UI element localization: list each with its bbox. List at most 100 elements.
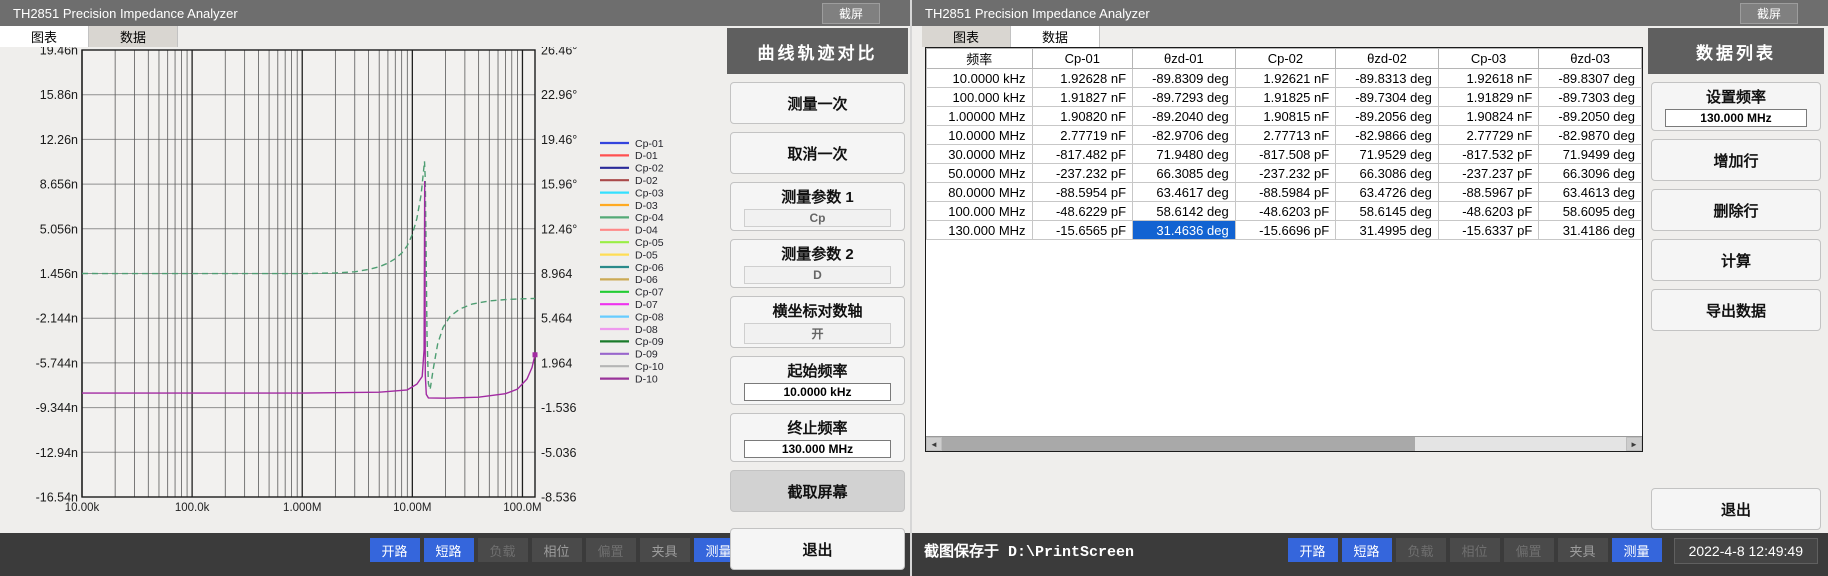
table-cell[interactable]: 31.4186 deg (1539, 221, 1642, 240)
table-cell[interactable]: -82.9706 deg (1133, 126, 1236, 145)
table-cell[interactable]: -88.5954 pF (1032, 183, 1133, 202)
phase-status-button[interactable]: 相位 (532, 538, 582, 562)
table-cell[interactable]: 80.0000 MHz (927, 183, 1033, 202)
add-row-button[interactable]: 增加行 (1651, 139, 1821, 181)
table-cell[interactable]: 130.000 MHz (927, 221, 1033, 240)
table-cell[interactable]: 58.6145 deg (1336, 202, 1439, 221)
tab-data[interactable]: 数据 (1011, 26, 1100, 47)
fixture-status-button[interactable]: 夹具 (1558, 538, 1608, 562)
table-cell[interactable]: 1.90820 nF (1032, 107, 1133, 126)
table-cell[interactable]: 63.4613 deg (1539, 183, 1642, 202)
horizontal-scrollbar[interactable]: ◄ ► (926, 436, 1642, 451)
table-cell[interactable]: 1.92621 nF (1235, 69, 1336, 88)
table-cell[interactable]: 30.0000 MHz (927, 145, 1033, 164)
tab-data[interactable]: 数据 (89, 26, 178, 47)
table-cell[interactable]: 1.92628 nF (1032, 69, 1133, 88)
bias-status-button[interactable]: 偏置 (586, 538, 636, 562)
open-circuit-status-button[interactable]: 开路 (370, 538, 420, 562)
table-cell[interactable]: 2.77713 nF (1235, 126, 1336, 145)
table-cell[interactable]: 1.90824 nF (1438, 107, 1539, 126)
table-cell[interactable]: 50.0000 MHz (927, 164, 1033, 183)
table-cell[interactable]: 1.90815 nF (1235, 107, 1336, 126)
table-cell[interactable]: 1.91829 nF (1438, 88, 1539, 107)
table-cell[interactable]: 66.3085 deg (1133, 164, 1236, 183)
table-cell[interactable]: 10.0000 MHz (927, 126, 1033, 145)
table-cell[interactable]: 71.9480 deg (1133, 145, 1236, 164)
load-status-button[interactable]: 负载 (478, 538, 528, 562)
table-cell[interactable]: -15.6337 pF (1438, 221, 1539, 240)
table-cell[interactable]: -237.232 pF (1032, 164, 1133, 183)
set-frequency-value-input[interactable]: 130.000 MHz (1665, 109, 1808, 127)
x-log-axis-button[interactable]: 横坐标对数轴开 (730, 296, 905, 348)
short-circuit-status-button[interactable]: 短路 (424, 538, 474, 562)
table-cell[interactable]: -89.7304 deg (1336, 88, 1439, 107)
table-cell[interactable]: 1.00000 MHz (927, 107, 1033, 126)
bias-status-button[interactable]: 偏置 (1504, 538, 1554, 562)
table-cell[interactable]: 63.4726 deg (1336, 183, 1439, 202)
delete-row-button[interactable]: 删除行 (1651, 189, 1821, 231)
table-cell[interactable]: -89.2056 deg (1336, 107, 1439, 126)
screenshot-button[interactable]: 截屏 (1740, 3, 1798, 24)
table-cell[interactable]: -48.6203 pF (1438, 202, 1539, 221)
table-cell[interactable]: -817.508 pF (1235, 145, 1336, 164)
table-cell[interactable]: -15.6696 pF (1235, 221, 1336, 240)
capture-screen-button[interactable]: 截取屏幕 (730, 470, 905, 512)
scroll-left-arrow-icon[interactable]: ◄ (926, 437, 942, 451)
open-circuit-status-button[interactable]: 开路 (1288, 538, 1338, 562)
start-frequency-value-input[interactable]: 10.0000 kHz (744, 383, 891, 401)
table-cell[interactable]: -88.5984 pF (1235, 183, 1336, 202)
measure-param-1-button[interactable]: 测量参数 1Cp (730, 182, 905, 231)
export-data-button[interactable]: 导出数据 (1651, 289, 1821, 331)
table-cell[interactable]: -82.9870 deg (1539, 126, 1642, 145)
table-cell[interactable]: -817.532 pF (1438, 145, 1539, 164)
table-cell[interactable]: 66.3096 deg (1539, 164, 1642, 183)
table-cell[interactable]: 71.9499 deg (1539, 145, 1642, 164)
table-cell[interactable]: -237.237 pF (1438, 164, 1539, 183)
table-cell[interactable]: -89.7303 deg (1539, 88, 1642, 107)
table-cell[interactable]: 1.92618 nF (1438, 69, 1539, 88)
table-cell[interactable]: -89.8309 deg (1133, 69, 1236, 88)
table-cell[interactable]: -237.232 pF (1235, 164, 1336, 183)
exit-button[interactable]: 退出 (730, 528, 905, 570)
table-cell[interactable]: 2.77729 nF (1438, 126, 1539, 145)
table-cell[interactable]: -817.482 pF (1032, 145, 1133, 164)
scrollbar-thumb[interactable] (942, 437, 1415, 451)
cancel-once-button[interactable]: 取消一次 (730, 132, 905, 174)
stop-frequency-button[interactable]: 终止频率130.000 MHz (730, 413, 905, 462)
set-frequency-button[interactable]: 设置频率130.000 MHz (1651, 82, 1821, 131)
table-cell[interactable]: 58.6142 deg (1133, 202, 1236, 221)
screenshot-button[interactable]: 截屏 (822, 3, 880, 24)
table-cell[interactable]: 2.77719 nF (1032, 126, 1133, 145)
table-cell[interactable]: 1.91825 nF (1235, 88, 1336, 107)
load-status-button[interactable]: 负载 (1396, 538, 1446, 562)
table-cell[interactable]: 31.4995 deg (1336, 221, 1439, 240)
tab-chart[interactable]: 图表 (0, 26, 89, 47)
exit-button[interactable]: 退出 (1651, 488, 1821, 530)
table-cell[interactable]: 63.4617 deg (1133, 183, 1236, 202)
table-cell[interactable]: -88.5967 pF (1438, 183, 1539, 202)
scroll-right-arrow-icon[interactable]: ► (1626, 437, 1642, 451)
measure-param-2-button[interactable]: 测量参数 2D (730, 239, 905, 288)
column-header[interactable]: 频率 (927, 49, 1033, 69)
column-header[interactable]: Cp-02 (1235, 49, 1336, 69)
tab-chart[interactable]: 图表 (922, 26, 1011, 47)
table-cell[interactable]: 1.91827 nF (1032, 88, 1133, 107)
table-cell[interactable]: 10.0000 kHz (927, 69, 1033, 88)
column-header[interactable]: θzd-02 (1336, 49, 1439, 69)
table-cell[interactable]: 58.6095 deg (1539, 202, 1642, 221)
column-header[interactable]: θzd-03 (1539, 49, 1642, 69)
table-cell[interactable]: 100.000 MHz (927, 202, 1033, 221)
table-cell[interactable]: -82.9866 deg (1336, 126, 1439, 145)
fixture-status-button[interactable]: 夹具 (640, 538, 690, 562)
column-header[interactable]: Cp-03 (1438, 49, 1539, 69)
table-cell[interactable]: -48.6203 pF (1235, 202, 1336, 221)
calculate-button[interactable]: 计算 (1651, 239, 1821, 281)
table-cell[interactable]: 71.9529 deg (1336, 145, 1439, 164)
column-header[interactable]: θzd-01 (1133, 49, 1236, 69)
table-cell[interactable]: -89.8313 deg (1336, 69, 1439, 88)
short-circuit-status-button[interactable]: 短路 (1342, 538, 1392, 562)
measure-once-button[interactable]: 测量一次 (730, 82, 905, 124)
table-cell[interactable]: -89.2050 deg (1539, 107, 1642, 126)
table-cell[interactable]: -89.7293 deg (1133, 88, 1236, 107)
column-header[interactable]: Cp-01 (1032, 49, 1133, 69)
